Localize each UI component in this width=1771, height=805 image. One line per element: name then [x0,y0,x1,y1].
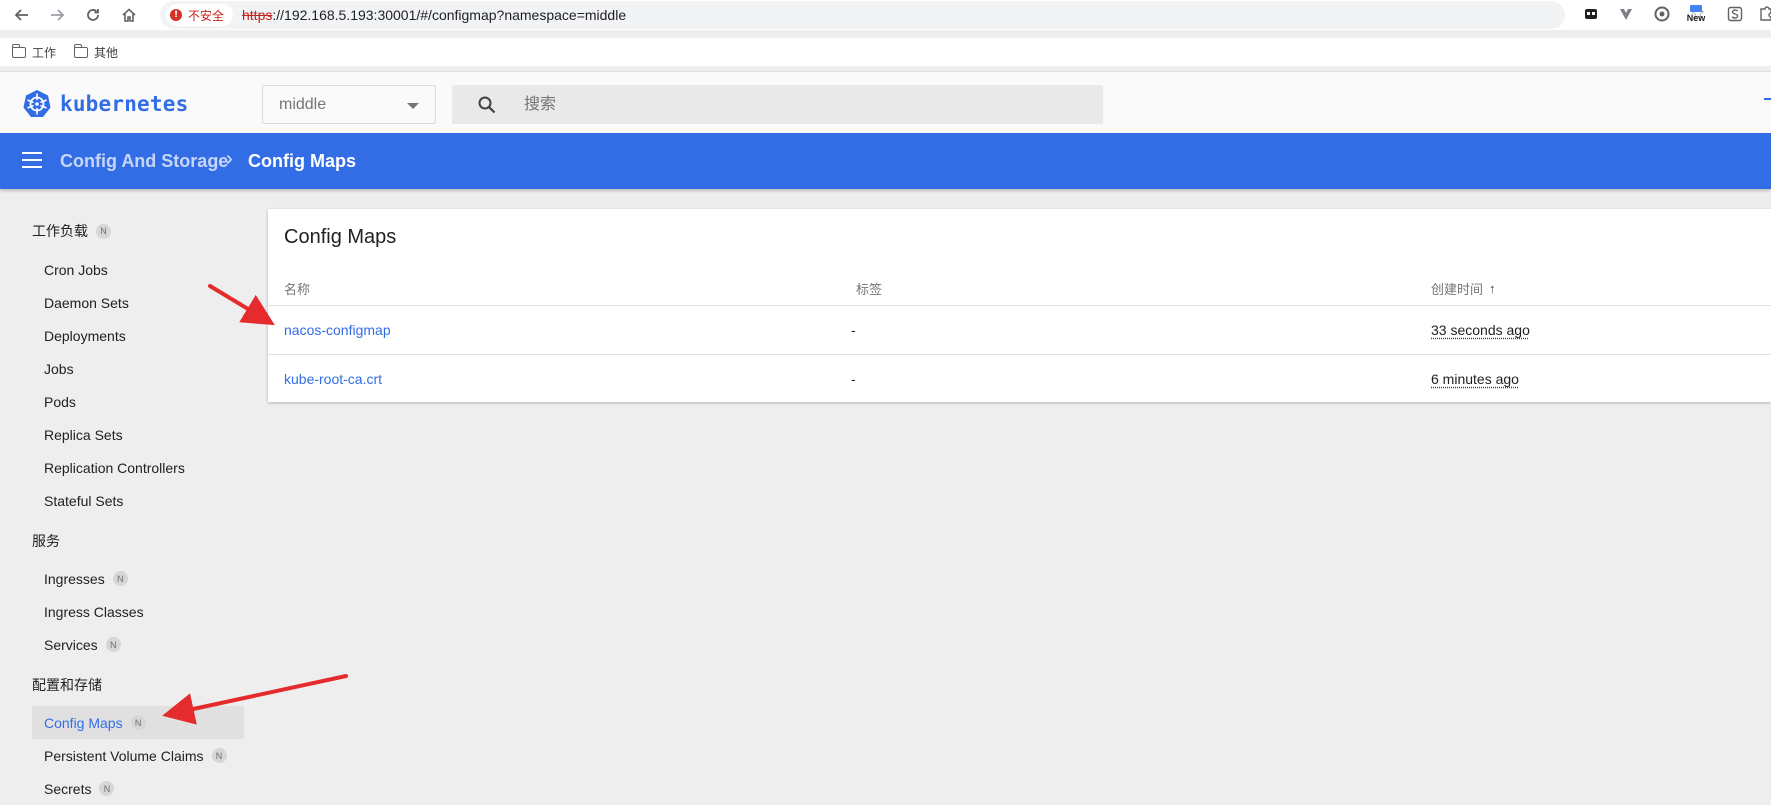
back-arrow-icon[interactable] [10,3,34,27]
sidebar-item-jobs[interactable]: Jobs [32,352,244,385]
namespaced-badge: N [99,781,114,796]
configmap-name-link[interactable]: kube-root-ca.crt [284,371,382,387]
app-toolbar: kubernetes middle [0,71,1771,133]
sidebar-group-config-storage[interactable]: 配置和存储 [32,675,102,695]
namespace-value: middle [279,96,326,114]
caret-down-icon [407,103,419,109]
forward-arrow-icon[interactable] [45,3,69,27]
table-row: kube-root-ca.crt - 6 minutes ago [268,354,1771,403]
sidebar-item-config-maps[interactable]: Config Maps N [32,706,244,739]
sidebar-group-workloads[interactable]: 工作负载 N [32,221,111,241]
bookmark-folder-other[interactable]: 其他 [74,44,118,61]
chevron-right-icon: › [226,148,233,171]
tab-icon[interactable] [1582,5,1600,23]
sidebar-item-ingresses[interactable]: Ingresses N [32,562,244,595]
bookmarks-bar: 工作 其他 [0,38,1771,66]
sidebar: 工作负载 N Cron Jobs Daemon Sets Deployments… [0,189,250,805]
vue-devtools-icon[interactable] [1617,5,1635,23]
column-header-created[interactable]: 创建时间 ↑ [1431,279,1496,298]
search-icon [477,95,497,115]
namespaced-badge: N [131,715,146,730]
sidebar-item-daemon-sets[interactable]: Daemon Sets [32,286,244,319]
card-title: Config Maps [284,226,396,249]
sidebar-group-services[interactable]: 服务 [32,531,60,551]
namespaced-badge: N [212,748,227,763]
sort-ascending-icon[interactable]: ↑ [1489,281,1496,296]
s-icon[interactable] [1726,5,1744,23]
configmap-created: 6 minutes ago [1431,371,1519,387]
search-input[interactable] [524,94,1084,116]
address-bar[interactable]: ! 不安全 https://192.168.5.193:30001/#/conf… [160,1,1565,29]
home-icon[interactable] [117,3,141,27]
breadcrumb-parent[interactable]: Config And Storage [60,151,228,172]
url-scheme: https [242,7,272,23]
puzzle-icon[interactable] [1757,5,1771,23]
table-row: nacos-configmap - 33 seconds ago [268,305,1771,354]
column-header-name[interactable]: 名称 [284,279,310,298]
namespace-select[interactable]: middle [262,85,436,124]
sidebar-item-persistent-volume-claims[interactable]: Persistent Volume Claims N [32,739,244,772]
url-rest: ://192.168.5.193:30001/#/configmap?names… [272,7,626,23]
column-header-labels: 标签 [856,279,882,298]
warning-icon: ! [170,9,182,21]
config-maps-card: Config Maps 名称 标签 创建时间 ↑ nacos-configmap… [268,209,1771,402]
record-icon[interactable] [1653,5,1671,23]
reload-icon[interactable] [81,3,105,27]
breadcrumb-current: Config Maps [248,151,356,172]
sidebar-item-deployments[interactable]: Deployments [32,319,244,352]
configmap-created: 33 seconds ago [1431,322,1530,338]
security-label: 不安全 [188,7,224,24]
sidebar-item-stateful-sets[interactable]: Stateful Sets [32,484,244,517]
search-box[interactable] [452,85,1103,124]
toolbar-action-edge[interactable] [1764,98,1771,100]
sidebar-item-secrets[interactable]: Secrets N [32,772,244,805]
new-badge-icon[interactable]: New [1687,5,1705,23]
sidebar-item-cron-jobs[interactable]: Cron Jobs [32,253,244,286]
namespaced-badge: N [106,637,121,652]
namespaced-badge: N [96,224,111,239]
hamburger-menu-icon[interactable] [22,152,42,170]
sidebar-item-replica-sets[interactable]: Replica Sets [32,418,244,451]
sidebar-item-replication-controllers[interactable]: Replication Controllers [32,451,244,484]
sidebar-item-services[interactable]: Services N [32,628,244,661]
kubernetes-logo-icon[interactable] [22,89,52,119]
bookmark-folder-work[interactable]: 工作 [12,44,56,61]
breadcrumb-bar: Config And Storage › Config Maps [0,133,1771,189]
configmap-labels: - [851,371,856,387]
browser-toolbar: ! 不安全 https://192.168.5.193:30001/#/conf… [0,0,1771,30]
url-text: https://192.168.5.193:30001/#/configmap?… [242,7,626,23]
sidebar-item-ingress-classes[interactable]: Ingress Classes [32,595,244,628]
security-chip[interactable]: ! 不安全 [166,4,233,26]
folder-icon [74,47,88,58]
namespaced-badge: N [113,571,128,586]
brand-name[interactable]: kubernetes [60,92,188,116]
configmap-labels: - [851,322,856,338]
folder-icon [12,47,26,58]
sidebar-item-pods[interactable]: Pods [32,385,244,418]
configmap-name-link[interactable]: nacos-configmap [284,322,391,338]
